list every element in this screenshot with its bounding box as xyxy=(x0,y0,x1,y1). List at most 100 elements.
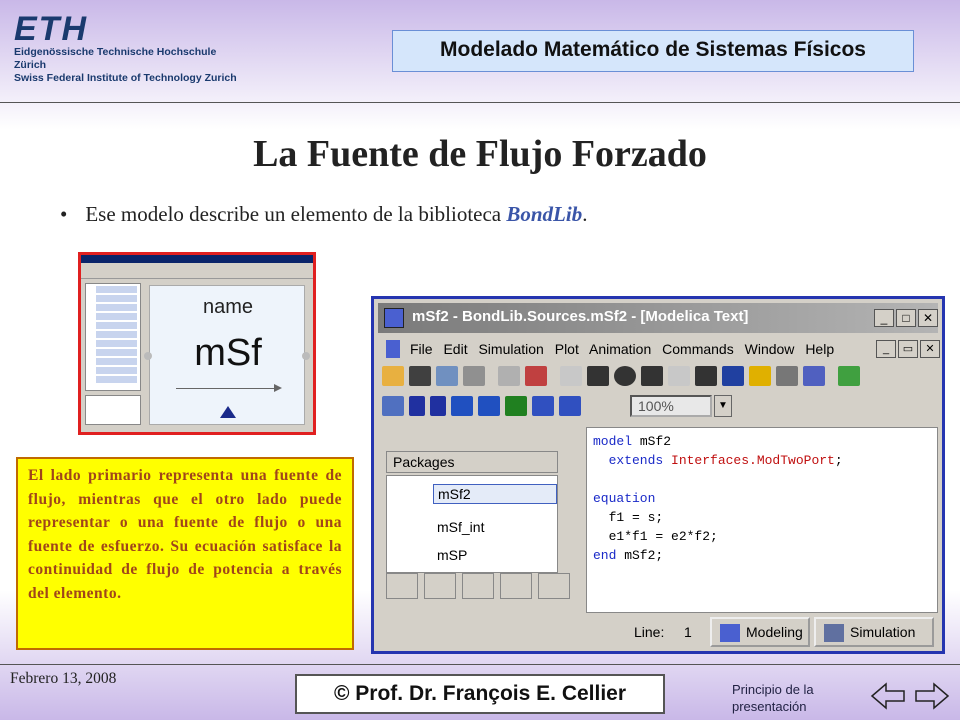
status-bar: Line: 1 Modeling Simulation xyxy=(586,615,938,649)
code-keyword: model xyxy=(593,434,633,449)
small-toolbar xyxy=(81,263,313,279)
bitmap-tool-icon[interactable] xyxy=(695,366,717,386)
window-title: mSf2 - BondLib.Sources.mSf2 - [Modelica … xyxy=(412,308,749,325)
footer-divider xyxy=(0,664,960,665)
palette-forward-icon[interactable] xyxy=(500,573,532,599)
fill-color-icon[interactable] xyxy=(749,366,771,386)
check-icon[interactable] xyxy=(838,366,860,386)
save-icon[interactable] xyxy=(409,366,431,386)
previous-arrow-icon[interactable] xyxy=(870,682,905,710)
package-item-msf-int[interactable]: mSf_int xyxy=(433,518,488,536)
bullet-suffix: . xyxy=(582,202,588,226)
pointer-icon[interactable] xyxy=(498,366,520,386)
hierarchy-icon[interactable] xyxy=(382,396,404,416)
child-minimize-icon[interactable]: _ xyxy=(876,340,896,358)
slide-title: La Fuente de Flujo Forzado xyxy=(253,133,707,175)
info-icon[interactable] xyxy=(505,396,527,416)
bullet-library-name: BondLib xyxy=(506,202,583,226)
line-color-icon[interactable] xyxy=(722,366,744,386)
toolbar-drawing xyxy=(382,363,860,389)
connect-icon[interactable] xyxy=(525,366,547,386)
navigation-arrows xyxy=(870,682,950,710)
forward-arrow-icon[interactable] xyxy=(430,396,446,416)
menu-animation[interactable]: Animation xyxy=(589,341,651,357)
zoom-dropdown-icon[interactable]: ▼ xyxy=(714,395,732,417)
rectangle-tool-icon[interactable] xyxy=(587,366,609,386)
next-arrow-icon[interactable] xyxy=(915,682,950,710)
menu-bar: File Edit Simulation Plot Animation Comm… xyxy=(378,337,940,361)
copyright-box: © Prof. Dr. François E. Cellier xyxy=(295,674,665,714)
menu-help[interactable]: Help xyxy=(805,341,834,357)
small-screenshot: name mSf xyxy=(78,252,316,435)
code-keyword: equation xyxy=(593,491,656,506)
menu-file[interactable]: File xyxy=(410,341,433,357)
icon-layer-icon[interactable] xyxy=(451,396,473,416)
open-folder-icon[interactable] xyxy=(382,366,404,386)
menu-simulation[interactable]: Simulation xyxy=(478,341,543,357)
eth-mark: ETH xyxy=(14,10,88,48)
document-icon xyxy=(386,340,400,358)
simulation-icon xyxy=(824,624,844,642)
toolbar-view xyxy=(382,393,581,419)
eth-logo: ETH Eidgenössische Technische Hochschule… xyxy=(14,12,244,85)
menu-window[interactable]: Window xyxy=(745,341,795,357)
bullet-point: • Ese modelo describe un elemento de la b… xyxy=(60,202,587,227)
small-title-bar xyxy=(81,255,313,263)
code-text: e1*f1 = e2*f2; xyxy=(593,529,718,544)
description-box: El lado primario representa una fuente d… xyxy=(16,457,354,650)
route-icon[interactable] xyxy=(803,366,825,386)
line-label: Line: xyxy=(634,624,665,640)
course-title: Modelado Matemático de Sistemas Físicos xyxy=(440,38,866,61)
input-triangle-icon xyxy=(220,406,236,418)
packages-tree: mSf2 mSf_int mSP xyxy=(386,475,558,573)
polygon-tool-icon[interactable] xyxy=(641,366,663,386)
diagram-layer-icon[interactable] xyxy=(478,396,500,416)
modelica-code-editor[interactable]: model mSf2 extends Interfaces.ModTwoPort… xyxy=(586,427,938,613)
line-number: 1 xyxy=(684,624,692,640)
header-divider xyxy=(0,102,960,103)
menu-plot[interactable]: Plot xyxy=(555,341,579,357)
small-icon-canvas: name mSf xyxy=(144,285,310,425)
text-layer-icon[interactable] xyxy=(559,396,581,416)
ellipse-tool-icon[interactable] xyxy=(614,366,636,386)
modeling-icon xyxy=(720,624,740,642)
code-keyword: end xyxy=(593,548,617,563)
simulation-button[interactable]: Simulation xyxy=(814,617,934,647)
back-arrow-icon[interactable] xyxy=(409,396,425,416)
documentation-icon[interactable] xyxy=(532,396,554,416)
arrow-icon xyxy=(176,384,282,392)
grid-icon[interactable] xyxy=(776,366,798,386)
bullet-dot-icon: • xyxy=(60,202,68,226)
code-text: mSf2 xyxy=(632,434,672,449)
line-tool-icon[interactable] xyxy=(560,366,582,386)
minimize-icon[interactable]: _ xyxy=(874,309,894,327)
tree-view-icon[interactable] xyxy=(386,573,418,599)
modeling-label: Modeling xyxy=(746,624,803,640)
eth-name-english: Swiss Federal Institute of Technology Zu… xyxy=(14,72,237,84)
menu-commands[interactable]: Commands xyxy=(662,341,734,357)
modeling-button[interactable]: Modeling xyxy=(710,617,810,647)
icon-view-icon[interactable] xyxy=(424,573,456,599)
package-item-msp[interactable]: mSP xyxy=(433,546,471,564)
code-text: mSf2; xyxy=(616,548,664,563)
back-to-start-link[interactable]: Principio de la presentación xyxy=(732,681,844,715)
text-tool-icon[interactable] xyxy=(668,366,690,386)
package-item-msf2[interactable]: mSf2 xyxy=(433,484,557,504)
close-icon[interactable]: ✕ xyxy=(918,309,938,327)
palette-back-icon[interactable] xyxy=(462,573,494,599)
eth-name-german: Eidgenössische Technische Hochschule Zür… xyxy=(14,46,217,71)
library-palette xyxy=(386,573,574,599)
zoom-combo[interactable]: 100% xyxy=(630,395,712,417)
packages-header[interactable]: Packages xyxy=(386,451,558,473)
menu-edit[interactable]: Edit xyxy=(443,341,467,357)
icon-msf-label: mSf xyxy=(194,332,262,374)
maximize-icon[interactable]: □ xyxy=(896,309,916,327)
code-type: Interfaces.ModTwoPort xyxy=(663,453,835,468)
child-restore-icon[interactable]: ▭ xyxy=(898,340,918,358)
search-icon[interactable] xyxy=(436,366,458,386)
dymola-window: mSf2 - BondLib.Sources.mSf2 - [Modelica … xyxy=(371,296,945,654)
print-icon[interactable] xyxy=(463,366,485,386)
code-text: f1 = s; xyxy=(593,510,664,525)
palette-pointer-icon[interactable] xyxy=(538,573,570,599)
child-close-icon[interactable]: ✕ xyxy=(920,340,940,358)
